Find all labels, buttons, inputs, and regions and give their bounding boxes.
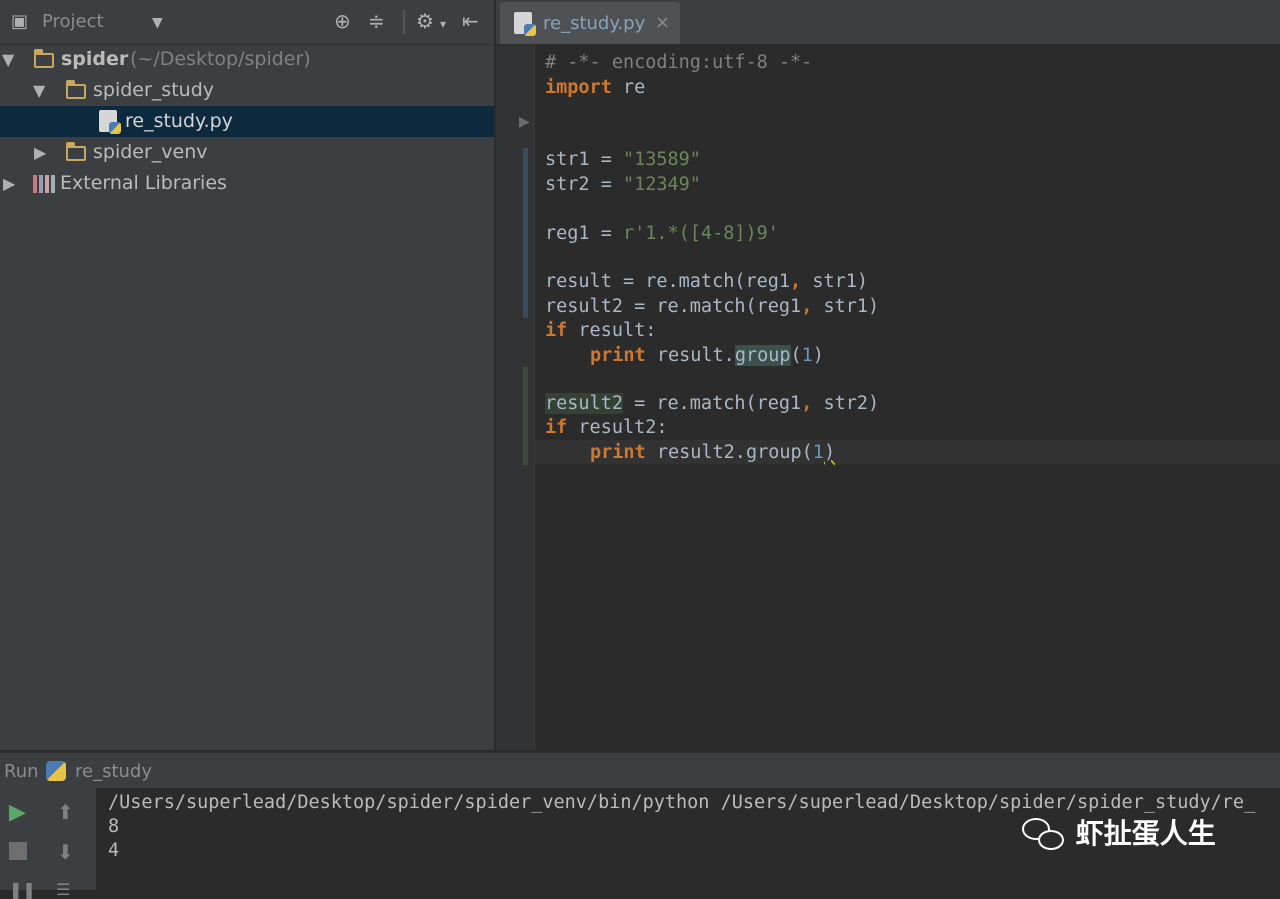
tree-item-re-study[interactable]: re_study.py (0, 106, 494, 137)
folder-icon (66, 80, 86, 99)
python-icon (46, 761, 66, 781)
up-arrow-icon[interactable]: ⬆ (57, 800, 74, 824)
tree-item-label: spider_study (93, 79, 214, 101)
python-file-icon (99, 110, 121, 134)
collapse-arrow-icon[interactable]: ▶ (34, 137, 46, 168)
code-line-1: # -*- encoding:utf-8 -*- (545, 52, 813, 73)
console-line: 8 (108, 816, 120, 837)
libraries-icon (33, 175, 55, 193)
tree-item-spider-venv[interactable]: ▶ spider_venv (0, 137, 494, 168)
wechat-icon (1022, 818, 1066, 852)
tree-item-spider[interactable]: ▼ spider (~/Desktop/spider) (0, 44, 494, 75)
run-toolbar: ▶ ⬆ ⬇ ❚❚ ☰ (0, 788, 97, 899)
watermark: 虾扯蛋人生 (1022, 812, 1216, 852)
vcs-change-marker[interactable] (523, 367, 528, 465)
rerun-icon[interactable]: ▶ (9, 800, 26, 825)
expand-arrow-icon[interactable]: ▼ (2, 44, 14, 75)
hide-panel-icon[interactable]: ⇤ (462, 11, 479, 31)
code-line-15: result2 = re.match(reg1, str2) (545, 393, 880, 414)
run-panel-title: Run (4, 761, 39, 782)
code-line-17: print result2.group(1) (590, 442, 836, 463)
folder-icon (34, 49, 54, 68)
code-line-16: if result2: (545, 417, 668, 438)
collapse-all-icon[interactable]: ≑ (368, 11, 385, 31)
fold-arrow-icon[interactable]: ▶ (519, 114, 530, 130)
watermark-text: 虾扯蛋人生 (1075, 817, 1216, 850)
collapse-arrow-icon[interactable]: ▶ (3, 168, 15, 199)
chevron-down-icon[interactable]: ▼ (152, 13, 163, 33)
code-line-2: import re (545, 77, 646, 98)
run-panel-header: Run re_study (0, 752, 1280, 789)
tree-item-external-libraries[interactable]: ▶ External Libraries (0, 168, 494, 199)
toolbar-separator (403, 10, 405, 34)
editor-tab-label: re_study.py (543, 13, 646, 34)
tree-item-spider-study[interactable]: ▼ spider_study (0, 75, 494, 106)
code-line-12: if result: (545, 320, 657, 341)
tree-item-label: spider_venv (93, 141, 208, 163)
tree-item-label: spider (61, 48, 129, 70)
stop-icon[interactable] (9, 842, 27, 860)
gear-icon[interactable]: ⚙ (416, 11, 434, 31)
project-view-icon: ▣ (11, 11, 29, 32)
down-arrow-icon[interactable]: ⬇ (57, 840, 74, 864)
editor-tab-re-study[interactable]: re_study.py × (500, 2, 680, 44)
locate-icon[interactable]: ⊕ (334, 11, 351, 31)
project-panel-title[interactable]: Project (42, 11, 104, 32)
tree-item-label: External Libraries (60, 172, 227, 194)
tree-item-label: re_study.py (125, 110, 233, 132)
console-line: 4 (108, 840, 120, 861)
folder-icon (66, 142, 86, 161)
gear-dropdown-icon[interactable]: ▾ (440, 14, 446, 34)
expand-arrow-icon[interactable]: ▼ (33, 75, 45, 106)
code-line-8: reg1 = r'1.*([4-8])9' (545, 223, 779, 244)
tree-item-path-hint: (~/Desktop/spider) (130, 48, 311, 70)
editor-gutter[interactable] (496, 45, 535, 750)
vcs-change-marker[interactable] (523, 148, 528, 318)
project-panel-header: ▣ Project ▼ ⊕ ≑ ⚙ ▾ ⇤ (0, 0, 494, 45)
code-line-10: result = re.match(reg1, str1) (545, 271, 869, 292)
python-file-icon (514, 12, 536, 36)
run-config-name[interactable]: re_study (75, 761, 152, 782)
code-line-13: print result.group(1) (590, 345, 824, 366)
close-icon[interactable]: × (655, 12, 670, 33)
code-line-11: result2 = re.match(reg1, str1) (545, 296, 880, 317)
code-line-6: str2 = "12349" (545, 174, 701, 195)
code-line-5: str1 = "13589" (545, 149, 701, 170)
